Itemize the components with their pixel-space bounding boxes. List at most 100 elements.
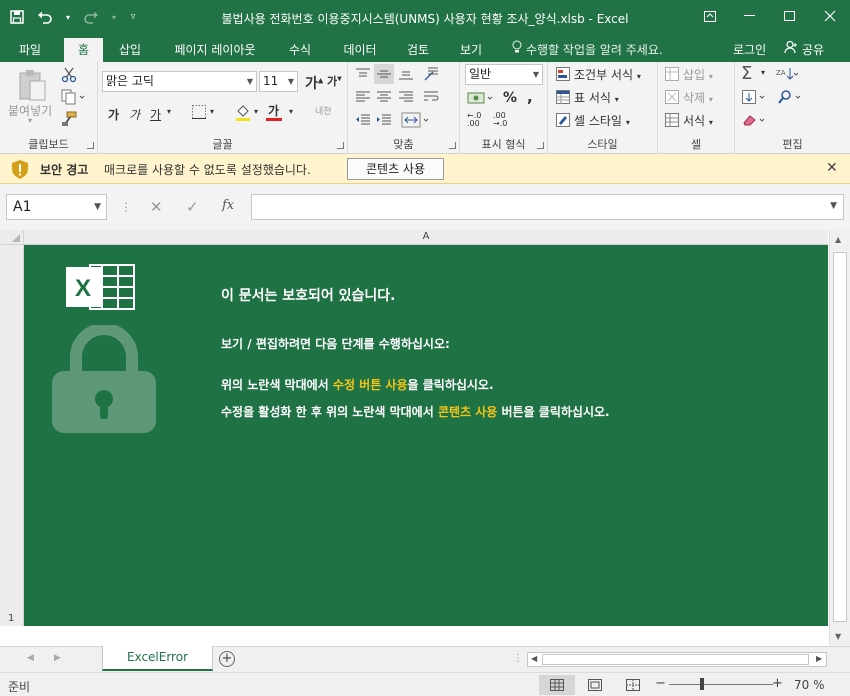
format-as-table-icon[interactable]: [555, 89, 571, 105]
tab-home[interactable]: 홈: [64, 38, 103, 62]
tab-formulas[interactable]: 수식: [280, 38, 320, 62]
insert-function-icon[interactable]: fx: [222, 198, 234, 213]
align-top-icon[interactable]: [354, 66, 372, 82]
delete-cells-label[interactable]: 삭제 ▾: [683, 89, 713, 106]
sort-filter-icon[interactable]: ZA: [775, 66, 799, 82]
border-icon[interactable]: [191, 104, 207, 120]
redo-icon[interactable]: [82, 8, 100, 26]
tab-review[interactable]: 검토: [398, 38, 438, 62]
format-painter-icon[interactable]: [60, 110, 78, 128]
undo-dropdown-icon[interactable]: ▾: [64, 8, 72, 26]
sign-in-link[interactable]: 로그인: [733, 38, 766, 62]
chevron-down-icon[interactable]: ▾: [254, 107, 258, 116]
chevron-down-icon[interactable]: ▾: [289, 107, 293, 116]
chevron-down-icon[interactable]: ▾: [167, 107, 171, 116]
autosum-icon[interactable]: Σ: [741, 63, 752, 84]
align-left-icon[interactable]: [354, 89, 372, 105]
cell-styles-label[interactable]: 셀 스타일 ▾: [574, 112, 630, 129]
number-format-combo[interactable]: 일반 ▼: [465, 64, 543, 85]
wrap-text-icon[interactable]: [422, 89, 444, 105]
row-header-1[interactable]: 1: [8, 613, 14, 624]
font-size-combo[interactable]: 11 ▼: [259, 71, 298, 92]
formula-input[interactable]: ▼: [251, 194, 844, 220]
maximize-icon[interactable]: [770, 0, 810, 32]
cancel-icon[interactable]: ✕: [150, 198, 163, 216]
align-right-icon[interactable]: [397, 89, 415, 105]
prev-sheet-icon[interactable]: ◀: [27, 653, 34, 663]
scroll-left-icon[interactable]: ◀: [531, 654, 537, 663]
cell-styles-icon[interactable]: [555, 112, 571, 128]
tab-data[interactable]: 데이터: [334, 38, 386, 62]
share-button[interactable]: 공유: [784, 38, 824, 62]
grow-font-icon[interactable]: 가▲: [305, 73, 323, 93]
italic-button[interactable]: 가: [129, 106, 140, 123]
increase-decimal-icon[interactable]: ←.0.00: [467, 112, 481, 128]
page-break-view-icon[interactable]: [615, 675, 651, 695]
conditional-formatting-label[interactable]: 조건부 서식 ▾: [574, 66, 641, 83]
zoom-slider-thumb[interactable]: [700, 678, 704, 690]
tell-me-box[interactable]: 수행할 작업을 알려 주세요.: [512, 38, 663, 62]
decrease-indent-icon[interactable]: [354, 112, 372, 128]
chevron-down-icon[interactable]: ▾: [210, 107, 214, 116]
align-center-icon[interactable]: [375, 89, 393, 105]
align-bottom-icon[interactable]: [397, 66, 415, 82]
number-launcher-icon[interactable]: [537, 142, 544, 149]
close-icon[interactable]: [810, 0, 850, 32]
percent-style-button[interactable]: %: [503, 90, 517, 106]
accounting-format-icon[interactable]: [466, 89, 496, 107]
scroll-up-icon[interactable]: ▲: [835, 235, 841, 244]
format-as-table-label[interactable]: 표 서식 ▾: [574, 89, 619, 106]
customize-qat-icon[interactable]: ▿: [128, 8, 138, 26]
phonetic-guide-icon[interactable]: 내천: [315, 104, 332, 117]
underline-button[interactable]: 가: [150, 106, 161, 123]
increase-indent-icon[interactable]: [375, 112, 393, 128]
bold-button[interactable]: 가: [108, 106, 119, 123]
decrease-decimal-icon[interactable]: .00 →.0: [493, 112, 507, 128]
sheet-tab-excelerror[interactable]: ExcelError: [102, 646, 213, 671]
tab-insert[interactable]: 삽입: [110, 38, 150, 62]
minimize-icon[interactable]: [730, 0, 770, 32]
font-launcher-icon[interactable]: [337, 142, 344, 149]
tab-page-layout[interactable]: 페이지 레이아웃: [163, 38, 267, 62]
next-sheet-icon[interactable]: ▶: [54, 653, 61, 663]
undo-icon[interactable]: [36, 8, 54, 26]
vertical-scroll-thumb[interactable]: [833, 252, 847, 622]
tab-split-grip-icon[interactable]: ⋮: [513, 653, 523, 664]
scroll-right-icon[interactable]: ▶: [816, 654, 822, 663]
horizontal-scroll-thumb[interactable]: [542, 654, 809, 665]
insert-cells-label[interactable]: 삽입 ▾: [683, 66, 713, 83]
paste-icon[interactable]: [16, 68, 48, 102]
vertical-scrollbar[interactable]: ▲ ▼: [829, 230, 850, 646]
clipboard-launcher-icon[interactable]: [87, 142, 94, 149]
delete-cells-icon[interactable]: [664, 89, 680, 105]
column-header-a[interactable]: A: [24, 230, 828, 245]
name-box[interactable]: A1 ▼: [6, 194, 107, 220]
tab-file[interactable]: 파일: [8, 38, 52, 62]
cut-icon[interactable]: [60, 66, 78, 84]
normal-view-icon[interactable]: [539, 675, 575, 695]
cell-a1-merged[interactable]: X 이 문서는 보호되어 있습니다. 보기 / 편집하려면 다음 단계를 수행하…: [24, 245, 828, 626]
scroll-down-icon[interactable]: ▼: [835, 632, 841, 641]
add-sheet-icon[interactable]: +: [219, 651, 235, 667]
copy-icon[interactable]: [60, 88, 86, 106]
close-icon[interactable]: ✕: [826, 160, 838, 176]
horizontal-scrollbar[interactable]: ◀ ▶: [527, 652, 827, 667]
conditional-formatting-icon[interactable]: [555, 66, 571, 82]
enable-content-button[interactable]: 콘텐츠 사용: [347, 158, 444, 180]
ribbon-display-options-icon[interactable]: [690, 0, 730, 32]
select-all-corner[interactable]: [0, 230, 24, 245]
chevron-down-icon[interactable]: ▾: [761, 68, 765, 77]
align-middle-icon[interactable]: [374, 64, 394, 84]
fill-icon[interactable]: [741, 89, 767, 105]
paste-dropdown-icon[interactable]: ▾: [28, 116, 32, 125]
clear-icon[interactable]: [741, 112, 767, 128]
zoom-in-icon[interactable]: +: [772, 676, 783, 691]
page-layout-view-icon[interactable]: [577, 675, 613, 695]
orientation-icon[interactable]: [422, 65, 442, 83]
redo-dropdown-icon[interactable]: ▾: [110, 8, 118, 26]
save-icon[interactable]: [8, 8, 26, 26]
tab-view[interactable]: 보기: [451, 38, 491, 62]
insert-cells-icon[interactable]: [664, 66, 680, 82]
font-name-combo[interactable]: 맑은 고딕 ▼: [102, 71, 257, 92]
enter-check-icon[interactable]: ✓: [186, 198, 199, 216]
